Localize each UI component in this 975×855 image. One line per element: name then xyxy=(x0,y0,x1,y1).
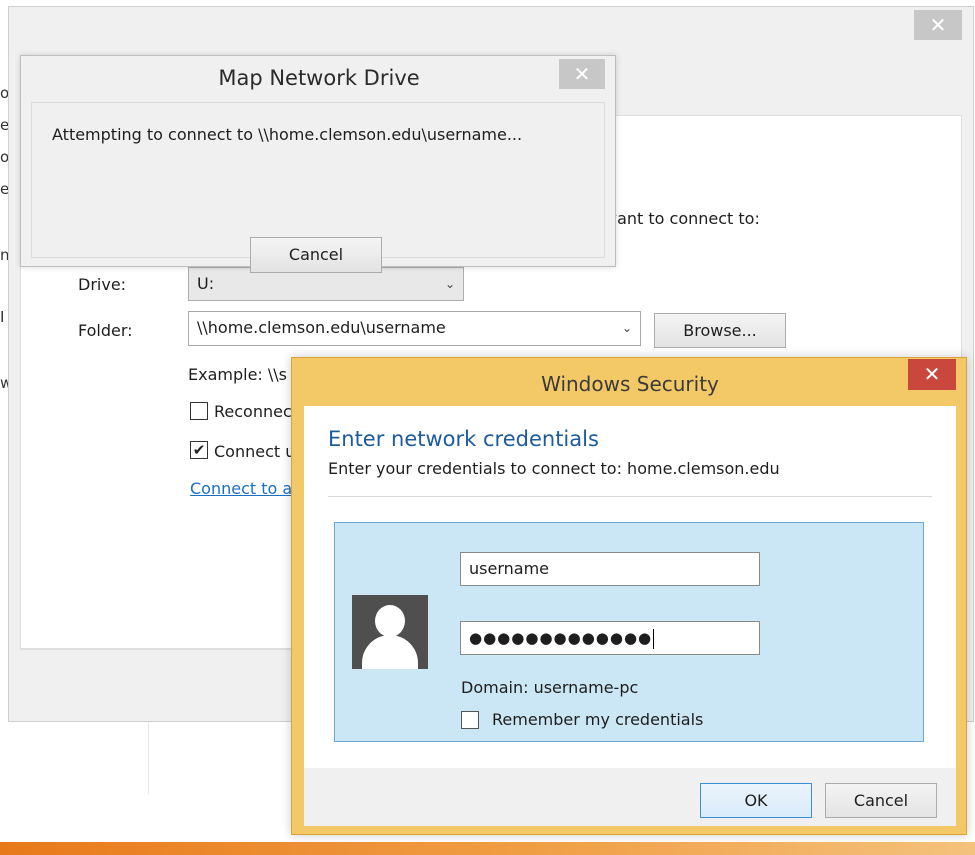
close-icon[interactable]: ✕ xyxy=(559,59,605,89)
user-avatar-icon xyxy=(352,595,428,669)
drive-select-value: U: xyxy=(197,274,215,293)
text-cursor xyxy=(653,628,655,649)
reconnect-label: Reconnec xyxy=(214,402,292,421)
username-field[interactable]: username xyxy=(460,552,760,586)
credentials-heading: Enter network credentials xyxy=(328,427,599,451)
instruction-text: want to connect to: xyxy=(604,209,760,228)
dialog-footer: OK Cancel xyxy=(304,768,956,826)
drive-label: Drive: xyxy=(78,275,127,294)
close-icon[interactable]: ✕ xyxy=(914,10,962,40)
credentials-panel: Enter network credentials Enter your cre… xyxy=(304,406,956,768)
password-mask: ●●●●●●●●●●●●● xyxy=(469,629,653,647)
cancel-button[interactable]: Cancel xyxy=(825,783,937,818)
map-network-drive-progress-dialog: Map Network Drive ✕ Attempting to connec… xyxy=(20,55,616,273)
ok-button[interactable]: OK xyxy=(700,783,812,818)
dialog-title: Windows Security xyxy=(541,372,719,396)
domain-text: Domain: username-pc xyxy=(461,678,639,697)
chevron-down-icon: ⌄ xyxy=(621,321,632,335)
connect-credentials-label: Connect u xyxy=(214,442,296,461)
folder-input[interactable]: \\home.clemson.edu\username ⌄ xyxy=(188,311,641,346)
connect-website-link[interactable]: Connect to a xyxy=(190,479,292,498)
password-field[interactable]: ●●●●●●●●●●●●● xyxy=(460,621,760,655)
progress-panel: Attempting to connect to \\home.clemson.… xyxy=(31,102,605,273)
chevron-down-icon: ⌄ xyxy=(444,277,455,291)
folder-label: Folder: xyxy=(78,321,133,340)
close-icon[interactable]: ✕ xyxy=(908,359,956,390)
reconnect-checkbox[interactable] xyxy=(190,402,208,420)
dialog-title: Map Network Drive xyxy=(218,66,420,90)
example-text: Example: \\s xyxy=(188,365,288,384)
username-value: username xyxy=(469,559,549,578)
divider xyxy=(148,722,149,794)
browse-button[interactable]: Browse... xyxy=(654,313,786,348)
credentials-subtitle: Enter your credentials to connect to: ho… xyxy=(328,459,780,478)
remember-credentials-label: Remember my credentials xyxy=(492,710,704,729)
folder-input-value: \\home.clemson.edu\username xyxy=(197,318,446,337)
cancel-button[interactable]: Cancel xyxy=(250,237,382,273)
remember-credentials-checkbox[interactable] xyxy=(461,711,479,729)
connect-credentials-checkbox[interactable]: ✔ xyxy=(190,441,208,459)
credential-tile[interactable]: username ●●●●●●●●●●●●● Domain: username-… xyxy=(334,522,924,742)
divider xyxy=(328,496,932,497)
windows-security-dialog: Windows Security ✕ Enter network credent… xyxy=(291,357,967,835)
connecting-message: Attempting to connect to \\home.clemson.… xyxy=(52,125,523,144)
taskbar-strip xyxy=(0,842,975,855)
